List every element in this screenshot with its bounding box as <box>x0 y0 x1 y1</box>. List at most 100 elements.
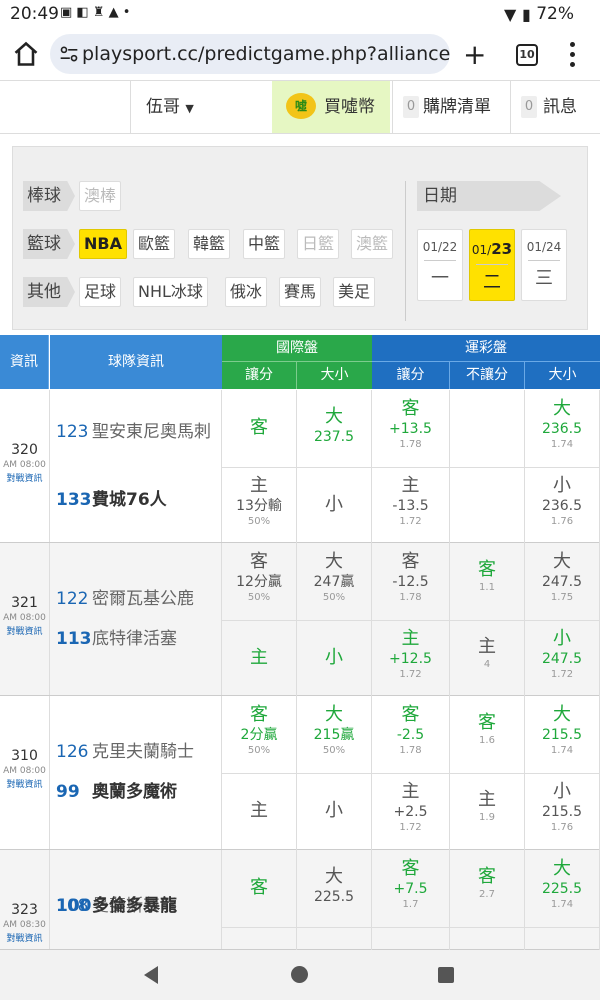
team-name: 聖安東尼奧馬刺 <box>92 422 211 442</box>
game-row: 323 AM 08:30 對戰資訊 108 曼斐斯灰熊 100多倫多暴龍 客 大 225.5 客 +… <box>0 850 600 950</box>
matchup-link[interactable]: 對戰資訊 <box>0 777 49 790</box>
home-intl-total-cell[interactable]: 小 <box>297 467 372 544</box>
system-nav-bar <box>0 950 600 1000</box>
home-intl-total-cell[interactable]: 小 <box>297 773 372 850</box>
bet-mark: 客 <box>478 866 496 887</box>
home-intl-spread-cell[interactable]: 主 <box>222 620 297 697</box>
bet-mark: 大 <box>325 406 343 427</box>
back-icon[interactable] <box>144 966 158 984</box>
away-intl-spread-cell[interactable]: 客 <box>222 390 297 467</box>
home-s-ml-cell[interactable]: 主4 <box>450 620 525 697</box>
away-s-ml-cell[interactable]: 客 2.7 <box>450 850 525 927</box>
home-s-spread-cell[interactable]: 主 <box>372 927 450 950</box>
away-s-total-cell[interactable]: 大 215.5 1.74 <box>525 696 600 773</box>
home-intl-total-cell[interactable]: 小 <box>297 620 372 697</box>
away-intl-spread-cell[interactable]: 客 <box>222 850 297 927</box>
home-s-total-cell[interactable]: 小 236.5 1.76 <box>525 467 600 544</box>
away-s-spread-cell[interactable]: 客 +7.5 1.7 <box>372 850 450 927</box>
home-intl-spread-cell[interactable]: 主 <box>222 773 297 850</box>
bet-value: 13分輸 <box>236 498 282 514</box>
bet-odds: 1.76 <box>550 516 574 527</box>
away-intl-total-cell[interactable]: 大 237.5 <box>297 390 372 467</box>
home-team[interactable]: 99 奧蘭多魔術 <box>56 778 220 806</box>
away-s-total-cell[interactable]: 大 247.5 1.75 <box>525 543 600 620</box>
game-info-cell: 320 AM 08:00 對戰資訊 <box>0 390 50 542</box>
bet-value: 236.5 <box>541 498 583 514</box>
home-s-spread-cell[interactable]: 主 +12.5 1.72 <box>372 620 450 697</box>
bet-value: 247贏 <box>313 574 355 590</box>
bet-value: +7.5 <box>393 881 428 897</box>
bet-odds: 1.76 <box>550 822 574 833</box>
home-s-total-cell[interactable]: 小 215.5 1.76 <box>525 773 600 850</box>
team-number: 123 <box>56 422 89 442</box>
away-s-spread-cell[interactable]: 客 +13.5 1.78 <box>372 390 450 467</box>
bet-mark: 客 <box>478 712 496 733</box>
away-intl-total-cell[interactable]: 大 215贏 50% <box>297 696 372 773</box>
away-intl-total-cell[interactable]: 大 225.5 <box>297 850 372 927</box>
game-row: 321 AM 08:00 對戰資訊 122 密爾瓦基公鹿 113底特律活塞客 12分贏 50%… <box>0 543 600 697</box>
away-team[interactable]: 123 聖安東尼奧馬刺 <box>56 418 220 446</box>
bet-mark: 客 <box>478 559 496 580</box>
bet-mark: 大 <box>325 704 343 725</box>
bet-value: 247.5 <box>541 574 583 590</box>
bet-mark: 大 <box>553 858 571 879</box>
game-time: AM 08:30 <box>3 920 46 930</box>
away-s-total-cell[interactable]: 大 225.5 1.74 <box>525 850 600 927</box>
game-info-cell: 310 AM 08:00 對戰資訊 <box>0 696 50 849</box>
team-name: 多倫多暴龍 <box>92 896 177 916</box>
home-s-total-cell[interactable]: 小 247.5 1.72 <box>525 620 600 697</box>
bet-odds: 1.74 <box>550 899 574 910</box>
home-intl-spread-cell[interactable]: 主 <box>222 927 297 950</box>
away-s-ml-cell[interactable]: 客 1.1 <box>450 543 525 620</box>
bet-value: 12分贏 <box>236 574 282 590</box>
away-team[interactable]: 122 密爾瓦基公鹿 <box>56 585 220 613</box>
bet-mark: 主 <box>250 647 268 668</box>
bet-mark: 主 <box>401 475 420 496</box>
bet-mark: 客 <box>401 551 420 572</box>
game-list: 320 AM 08:00 對戰資訊 123 聖安東尼奧馬刺 133費城76人客大 237.5… <box>0 0 600 950</box>
away-team[interactable]: 126 克里夫蘭騎士 <box>56 738 220 766</box>
bet-mark: 小 <box>553 628 571 649</box>
bet-odds: 1.72 <box>550 669 574 680</box>
bet-mark: 小 <box>325 494 343 515</box>
bet-value: 225.5 <box>313 889 355 905</box>
recents-icon[interactable] <box>438 967 454 983</box>
away-s-total-cell[interactable]: 大 236.5 1.74 <box>525 390 600 467</box>
home-team[interactable]: 133費城76人 <box>56 486 220 514</box>
home-s-total-cell[interactable]: 小 <box>525 927 600 950</box>
away-s-ml-cell[interactable]: 客 1.6 <box>450 696 525 773</box>
home-s-spread-cell[interactable]: 主 -13.5 1.72 <box>372 467 450 544</box>
away-intl-total-cell[interactable]: 大 247贏 50% <box>297 543 372 620</box>
bet-value: -12.5 <box>392 574 429 590</box>
bet-odds: 1.78 <box>399 745 422 756</box>
home-team[interactable]: 113底特律活塞 <box>56 625 220 653</box>
team-number: 100 <box>56 896 92 916</box>
bet-mark: 小 <box>553 475 571 496</box>
bet-mark: 主 <box>478 789 496 810</box>
home-s-ml-cell[interactable]: 主 1.9 <box>450 773 525 850</box>
bet-value: +13.5 <box>389 421 432 437</box>
bet-value: 236.5 <box>541 421 583 437</box>
bet-odds: 50% <box>322 592 346 603</box>
bet-mark: 客 <box>401 398 420 419</box>
game-row: 320 AM 08:00 對戰資訊 123 聖安東尼奧馬刺 133費城76人 客 大 237.5… <box>0 390 600 544</box>
away-s-spread-cell[interactable]: 客 -12.5 1.78 <box>372 543 450 620</box>
game-row: 310 AM 08:00 對戰資訊 126 克里夫蘭騎士 99 奧蘭多魔術 客 2分贏 50% 大 2… <box>0 696 600 850</box>
team-name: 奧蘭多魔術 <box>92 782 177 802</box>
team-number: 122 <box>56 589 89 609</box>
home-s-spread-cell[interactable]: 主 +2.5 1.72 <box>372 773 450 850</box>
matchup-link[interactable]: 對戰資訊 <box>0 624 49 637</box>
home-intl-spread-cell[interactable]: 主 13分輸 50% <box>222 467 297 544</box>
away-intl-spread-cell[interactable]: 客 12分贏 50% <box>222 543 297 620</box>
matchup-link[interactable]: 對戰資訊 <box>0 471 49 484</box>
game-time: AM 08:00 <box>3 613 46 623</box>
home-button-icon[interactable] <box>291 966 308 983</box>
away-s-spread-cell[interactable]: 客 -2.5 1.78 <box>372 696 450 773</box>
bet-odds: 50% <box>247 516 271 527</box>
team-name: 克里夫蘭騎士 <box>92 742 194 762</box>
game-time: AM 08:00 <box>3 460 46 470</box>
home-team[interactable]: 100多倫多暴龍 <box>56 892 220 920</box>
away-intl-spread-cell[interactable]: 客 2分贏 50% <box>222 696 297 773</box>
home-s-ml-cell[interactable]: 主 <box>450 927 525 950</box>
matchup-link[interactable]: 對戰資訊 <box>0 931 49 944</box>
